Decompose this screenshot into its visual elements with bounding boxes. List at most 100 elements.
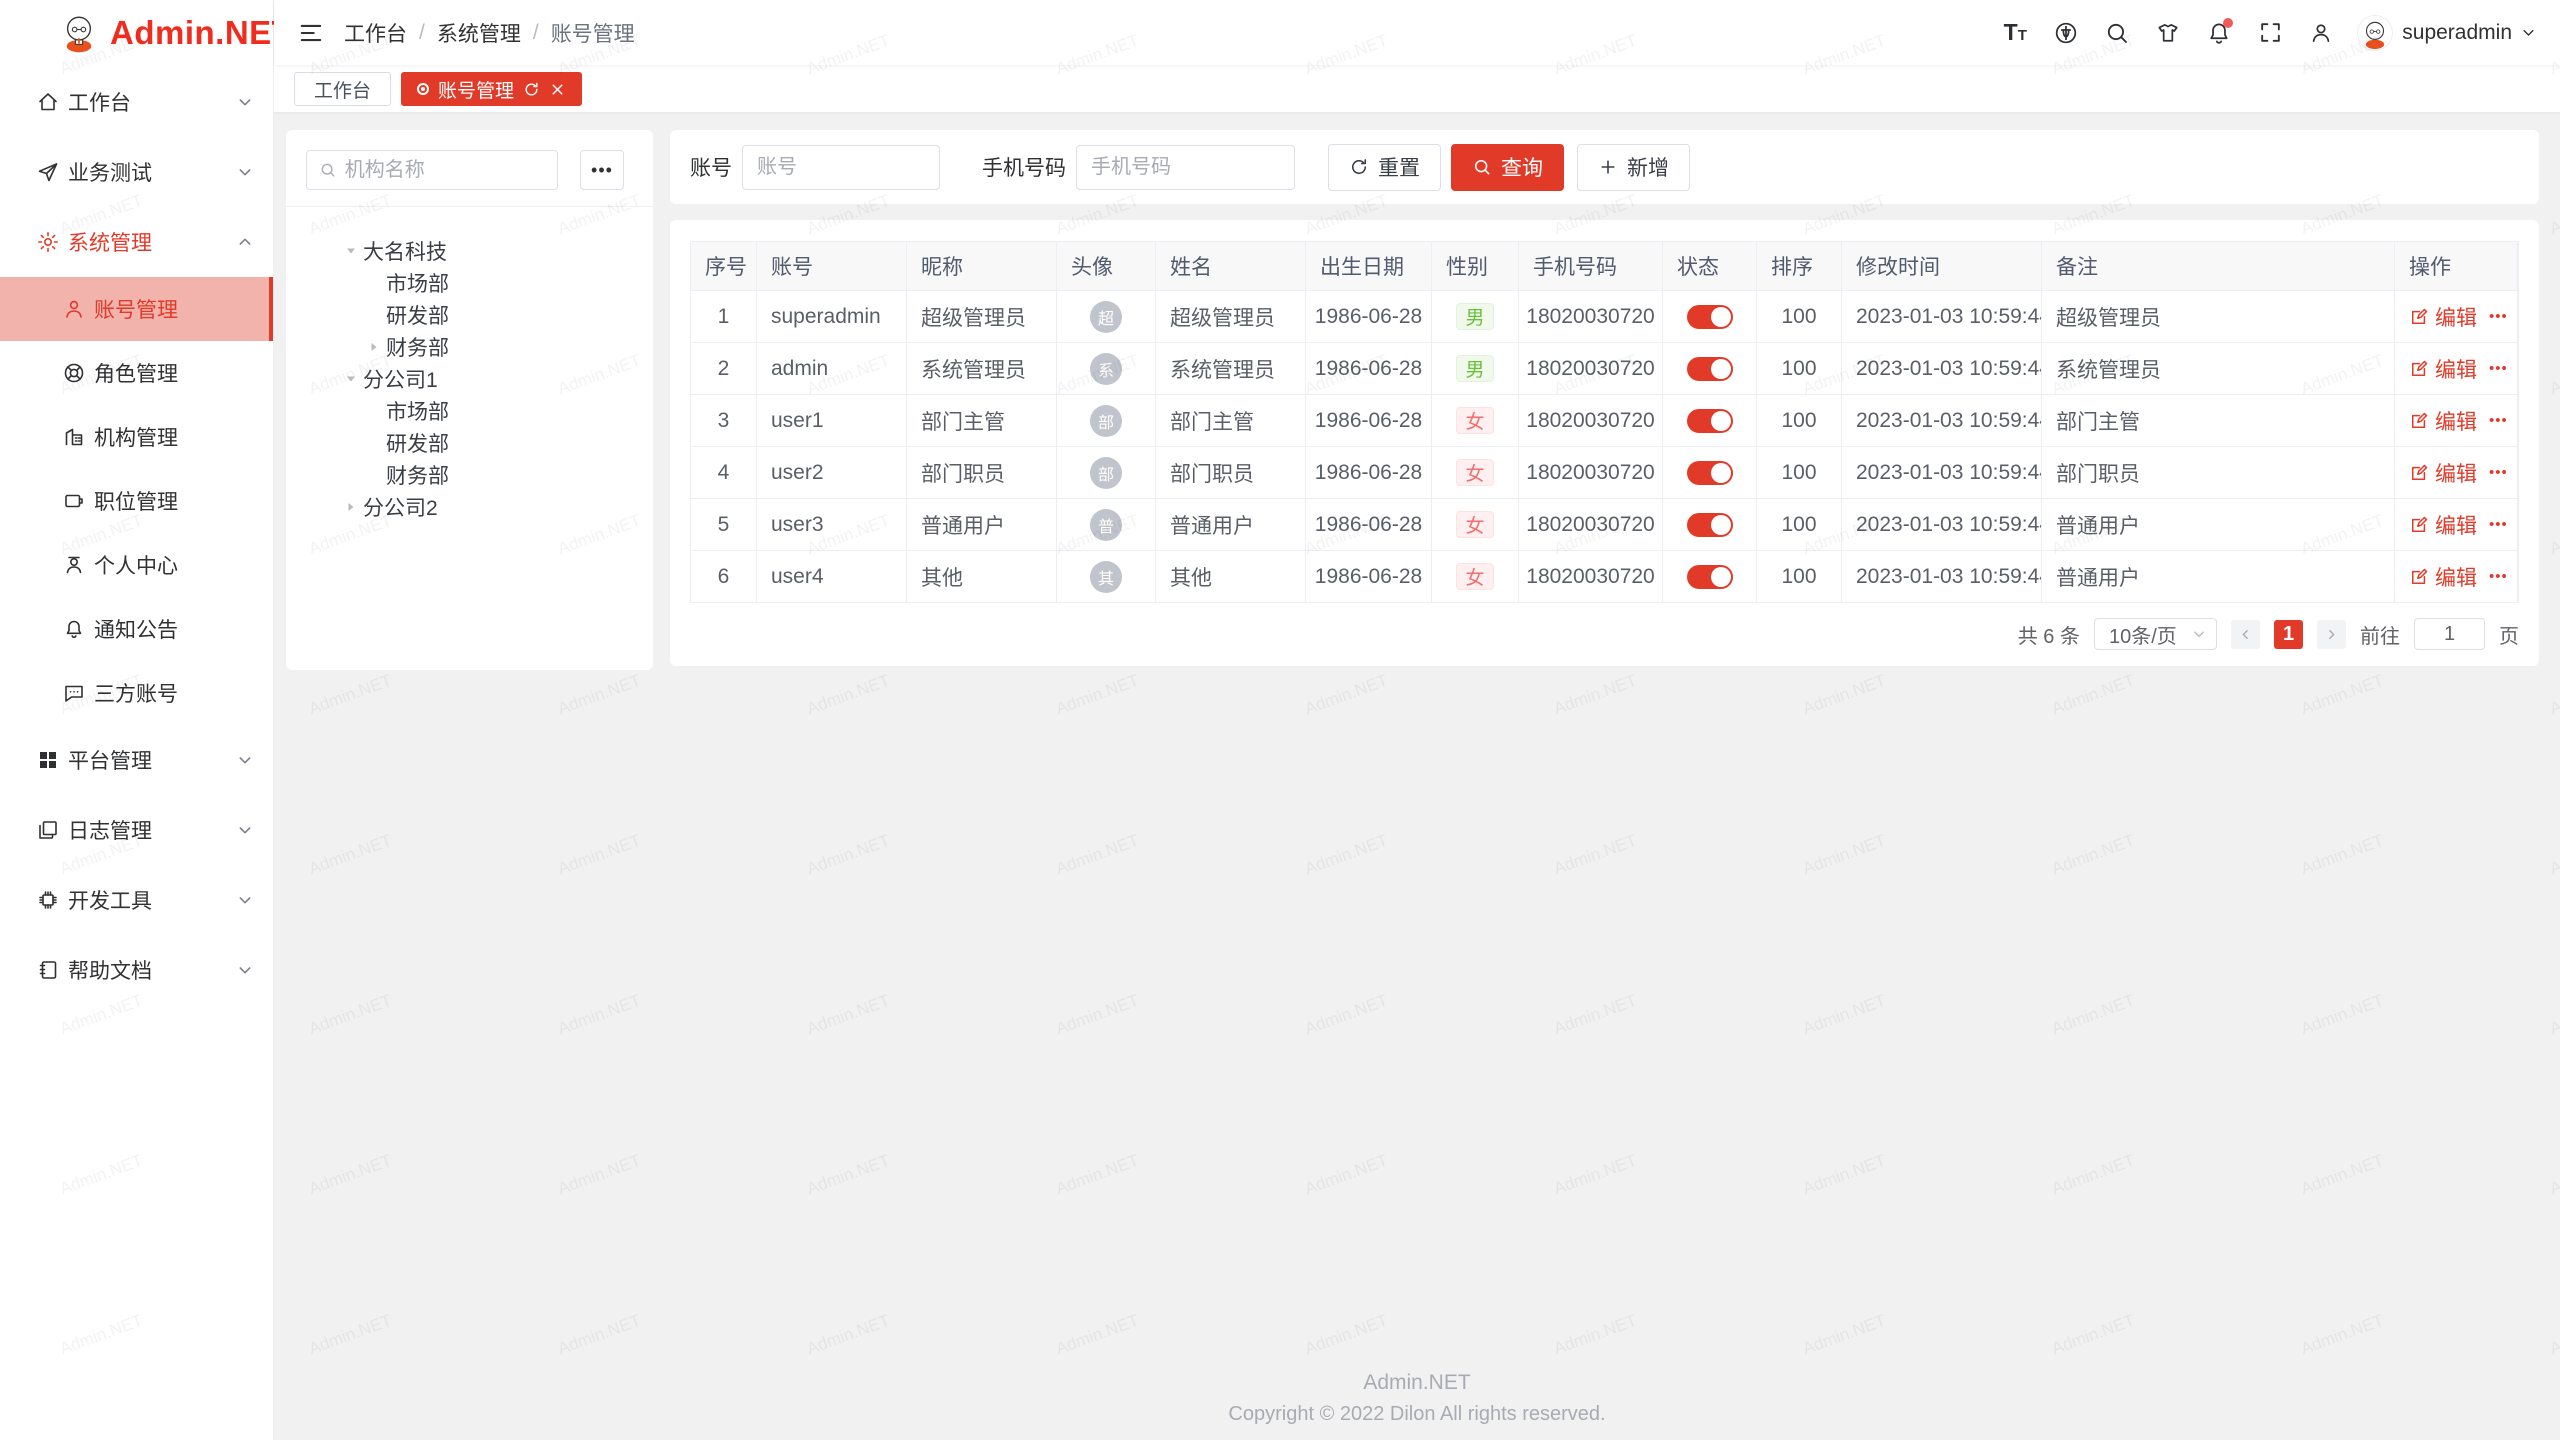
tree-node[interactable]: 市场部 — [306, 395, 633, 427]
status-toggle[interactable] — [1687, 409, 1733, 433]
edit-button[interactable]: 编辑 — [2409, 406, 2477, 436]
user-menu[interactable]: superadmin — [2357, 15, 2536, 51]
search-icon[interactable] — [2102, 18, 2132, 48]
more-actions-button[interactable]: ••• — [2489, 568, 2508, 585]
account-input[interactable] — [742, 145, 940, 190]
tree-node[interactable]: 大名科技 — [306, 235, 633, 267]
status-toggle[interactable] — [1687, 565, 1733, 589]
chevron-up-icon — [237, 234, 253, 250]
table-header-cell: 序号 — [691, 242, 757, 291]
chat-icon — [62, 681, 86, 705]
tree-node[interactable]: 市场部 — [306, 267, 633, 299]
menu-item-label: 三方账号 — [94, 678, 253, 708]
sidebar-menu-item[interactable]: 工作台 — [0, 67, 273, 137]
status-toggle[interactable] — [1687, 513, 1733, 537]
status-toggle[interactable] — [1687, 357, 1733, 381]
refresh-icon[interactable] — [523, 81, 540, 98]
language-icon[interactable] — [2051, 18, 2081, 48]
more-actions-button[interactable]: ••• — [2489, 308, 2508, 325]
more-actions-button[interactable]: ••• — [2489, 516, 2508, 533]
cell-index: 1 — [691, 291, 757, 343]
phone-input[interactable] — [1076, 145, 1295, 190]
sidebar-menu-item[interactable]: 通知公告 — [0, 597, 273, 661]
menu-item-label: 职位管理 — [94, 486, 253, 516]
sidebar-menu-item[interactable]: 系统管理 — [0, 207, 273, 277]
tree-more-button[interactable]: ••• — [580, 150, 624, 190]
user-icon[interactable] — [2306, 18, 2336, 48]
tree-node[interactable]: 研发部 — [306, 299, 633, 331]
prev-page-button[interactable] — [2231, 620, 2260, 649]
tab-account-management[interactable]: 账号管理 — [401, 72, 582, 106]
edit-icon — [2409, 307, 2429, 327]
more-actions-button[interactable]: ••• — [2489, 464, 2508, 481]
query-button[interactable]: 查询 — [1451, 144, 1564, 191]
table-header: 序号账号昵称头像姓名出生日期性别手机号码状态排序修改时间备注操作 — [691, 242, 2518, 291]
page-number-1[interactable]: 1 — [2274, 620, 2303, 649]
gender-tag: 男 — [1456, 355, 1493, 382]
table-row: 4 user2 部门职员 部 部门职员 1986-06-28 女 — [691, 447, 2518, 499]
sidebar-menu-item[interactable]: 业务测试 — [0, 137, 273, 207]
role-icon — [62, 361, 86, 385]
tree-node[interactable]: 财务部 — [306, 459, 633, 491]
chevron-down-icon — [2521, 25, 2536, 40]
breadcrumb-system[interactable]: 系统管理 — [437, 18, 521, 48]
cell-phone: 18020030720 — [1519, 395, 1663, 447]
sidebar-menu-item[interactable]: 三方账号 — [0, 661, 273, 725]
org-tree: 大名科技 市场部 研发部 — [306, 207, 633, 523]
more-actions-button[interactable]: ••• — [2489, 360, 2508, 377]
font-size-icon[interactable]: TT — [2000, 18, 2030, 48]
sidebar-menu-item[interactable]: 日志管理 — [0, 795, 273, 865]
sidebar-menu-item[interactable]: 开发工具 — [0, 865, 273, 935]
close-icon[interactable] — [549, 81, 566, 98]
caret-down-icon[interactable] — [339, 367, 363, 391]
reset-button[interactable]: 重置 — [1328, 144, 1441, 191]
tree-node[interactable]: 研发部 — [306, 427, 633, 459]
notification-icon[interactable] — [2204, 18, 2234, 48]
menu-item-label: 日志管理 — [68, 815, 237, 845]
menu-item-label: 开发工具 — [68, 885, 237, 915]
sidebar-menu-item[interactable]: 帮助文档 — [0, 935, 273, 1005]
goto-page-input[interactable] — [2414, 618, 2485, 650]
status-toggle[interactable] — [1687, 461, 1733, 485]
app-title: Admin.NET — [110, 14, 292, 52]
tree-node[interactable]: 分公司2 — [306, 491, 633, 523]
sidebar-menu-item[interactable]: 角色管理 — [0, 341, 273, 405]
cell-actions: 编辑 ••• — [2395, 551, 2518, 603]
avatar: 普 — [1090, 509, 1122, 541]
sidebar-menu-item[interactable]: 机构管理 — [0, 405, 273, 469]
more-actions-button[interactable]: ••• — [2489, 412, 2508, 429]
sidebar-menu-item[interactable]: 职位管理 — [0, 469, 273, 533]
next-page-button[interactable] — [2317, 620, 2346, 649]
add-button[interactable]: 新增 — [1577, 144, 1690, 191]
fullscreen-icon[interactable] — [2255, 18, 2285, 48]
caret-right-icon[interactable] — [339, 495, 363, 519]
tab-workbench[interactable]: 工作台 — [294, 72, 391, 106]
app-logo[interactable]: Admin.NET — [0, 0, 273, 65]
sidebar-menu-item[interactable]: 账号管理 — [0, 277, 273, 341]
edit-button[interactable]: 编辑 — [2409, 302, 2477, 332]
collapse-menu-icon[interactable] — [298, 20, 324, 46]
org-search-input[interactable] — [345, 159, 545, 182]
caret-right-icon[interactable] — [362, 335, 386, 359]
theme-icon[interactable] — [2153, 18, 2183, 48]
avatar: 超 — [1090, 301, 1122, 333]
page-size-select[interactable]: 10条/页 — [2094, 618, 2217, 650]
tree-node[interactable]: 财务部 — [306, 331, 633, 363]
tree-node[interactable]: 分公司1 — [306, 363, 633, 395]
breadcrumb-workbench[interactable]: 工作台 — [344, 18, 407, 48]
sidebar-menu-item[interactable]: 个人中心 — [0, 533, 273, 597]
cell-status — [1663, 343, 1757, 395]
sidebar-menu-item[interactable]: 平台管理 — [0, 725, 273, 795]
cell-name: 超级管理员 — [1156, 291, 1306, 343]
accounts-table: 序号账号昵称头像姓名出生日期性别手机号码状态排序修改时间备注操作 1 super… — [690, 241, 2519, 603]
edit-button[interactable]: 编辑 — [2409, 510, 2477, 540]
edit-button[interactable]: 编辑 — [2409, 562, 2477, 592]
phone-label: 手机号码 — [982, 152, 1066, 182]
cell-modified-time: 2023-01-03 10:59:44 — [1842, 395, 2042, 447]
cell-birth-date: 1986-06-28 — [1306, 551, 1432, 603]
status-toggle[interactable] — [1687, 305, 1733, 329]
caret-down-icon[interactable] — [339, 239, 363, 263]
edit-button[interactable]: 编辑 — [2409, 458, 2477, 488]
cell-nickname: 超级管理员 — [907, 291, 1057, 343]
edit-button[interactable]: 编辑 — [2409, 354, 2477, 384]
